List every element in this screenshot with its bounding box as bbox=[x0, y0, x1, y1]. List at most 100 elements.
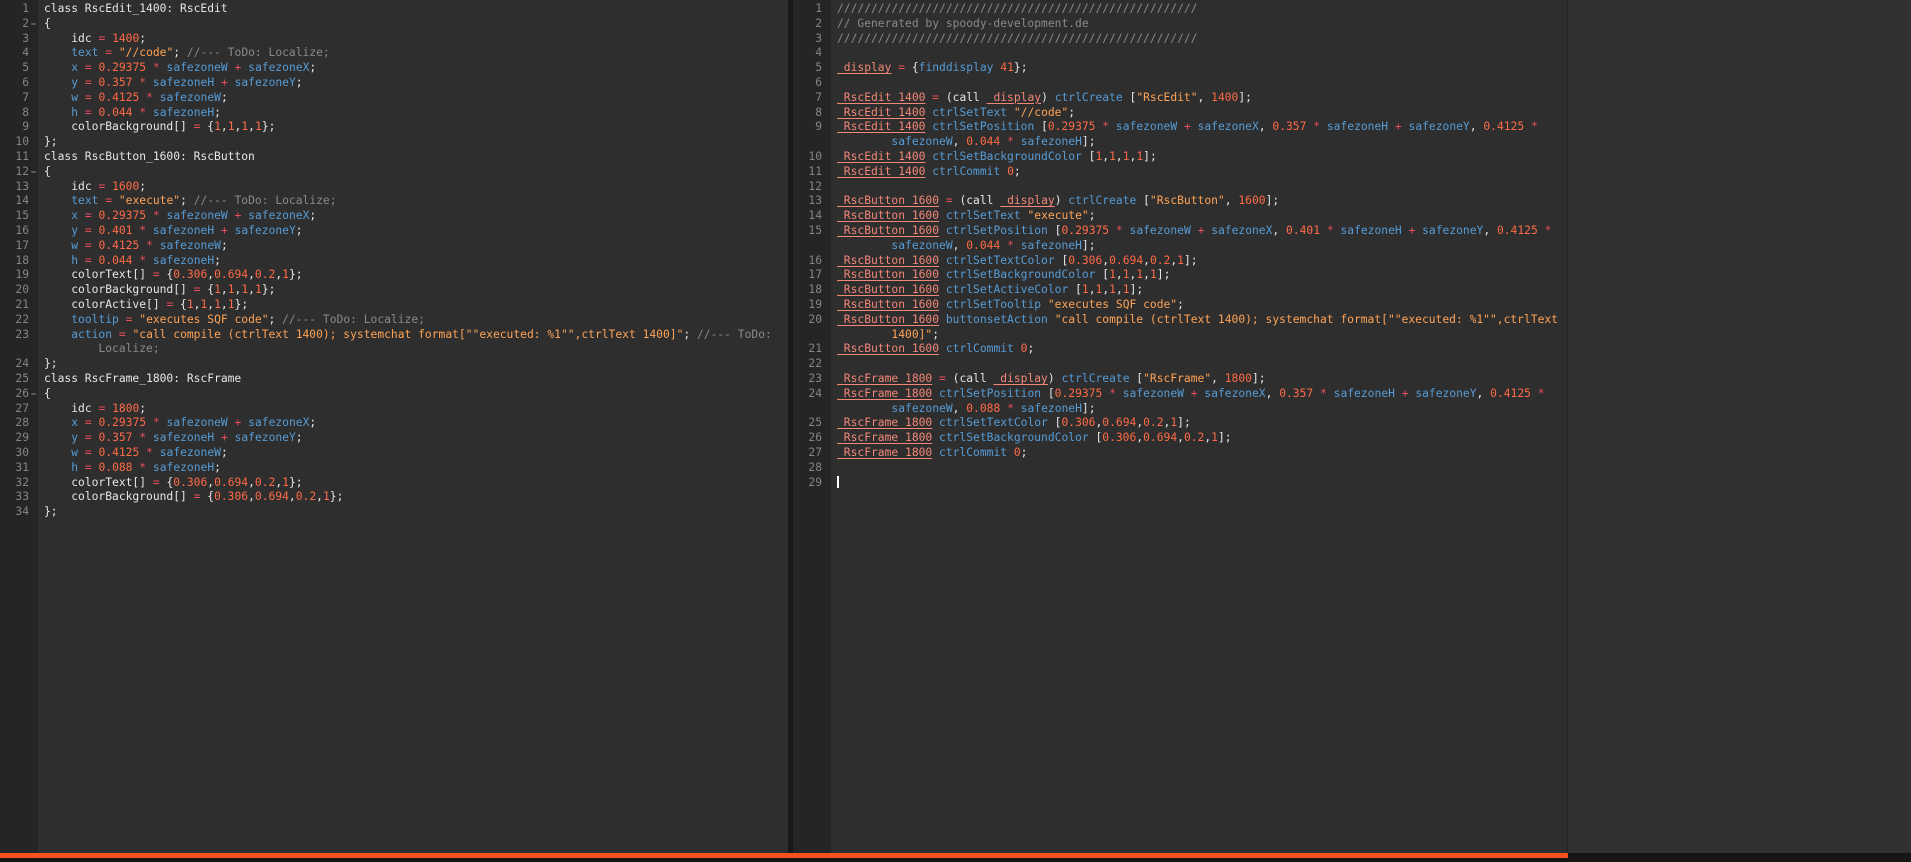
code-line[interactable]: _RscButton_1600 ctrlCommit 0; bbox=[837, 342, 1567, 357]
line-number[interactable]: 26 bbox=[0, 387, 38, 402]
code-line[interactable] bbox=[837, 76, 1567, 91]
fold-indicator-icon[interactable] bbox=[31, 393, 36, 395]
code-line[interactable]: text = "execute"; //--- ToDo: Localize; bbox=[44, 194, 788, 209]
line-number[interactable]: 6 bbox=[793, 76, 831, 91]
code-line[interactable]: safezoneW, 0.044 * safezoneH]; bbox=[837, 135, 1567, 150]
line-number[interactable]: 6 bbox=[0, 76, 38, 91]
line-number[interactable]: 1 bbox=[793, 2, 831, 17]
line-number[interactable]: 16 bbox=[793, 254, 831, 269]
code-line[interactable]: _RscButton_1600 = (call _display) ctrlCr… bbox=[837, 194, 1567, 209]
code-line[interactable] bbox=[837, 46, 1567, 61]
code-line[interactable]: { bbox=[44, 165, 788, 180]
code-line[interactable]: text = "//code"; //--- ToDo: Localize; bbox=[44, 46, 788, 61]
line-number[interactable]: 30 bbox=[0, 446, 38, 461]
line-number[interactable]: 8 bbox=[793, 106, 831, 121]
code-line[interactable]: colorActive[] = {1,1,1,1}; bbox=[44, 298, 788, 313]
line-number[interactable]: 28 bbox=[793, 461, 831, 476]
code-line[interactable]: idc = 1800; bbox=[44, 402, 788, 417]
code-line[interactable]: w = 0.4125 * safezoneW; bbox=[44, 446, 788, 461]
code-line[interactable]: w = 0.4125 * safezoneW; bbox=[44, 91, 788, 106]
line-number[interactable]: 3 bbox=[793, 32, 831, 47]
code-line[interactable]: { bbox=[44, 17, 788, 32]
code-line[interactable]: action = "call compile (ctrlText 1400); … bbox=[44, 328, 788, 343]
line-number[interactable]: 24 bbox=[793, 387, 831, 402]
line-number[interactable]: 4 bbox=[793, 46, 831, 61]
code-line[interactable]: colorBackground[] = {0.306,0.694,0.2,1}; bbox=[44, 490, 788, 505]
line-number[interactable]: 15 bbox=[0, 209, 38, 224]
code-line[interactable]: y = 0.401 * safezoneH + safezoneY; bbox=[44, 224, 788, 239]
code-line[interactable]: y = 0.357 * safezoneH + safezoneY; bbox=[44, 431, 788, 446]
line-number[interactable]: 13 bbox=[793, 194, 831, 209]
code-line[interactable]: colorBackground[] = {1,1,1,1}; bbox=[44, 283, 788, 298]
line-number[interactable]: 1 bbox=[0, 2, 38, 17]
line-number[interactable]: 14 bbox=[793, 209, 831, 224]
code-line[interactable]: }; bbox=[44, 135, 788, 150]
code-line[interactable]: h = 0.044 * safezoneH; bbox=[44, 106, 788, 121]
code-line[interactable]: _display = {finddisplay 41}; bbox=[837, 61, 1567, 76]
line-number[interactable] bbox=[793, 135, 831, 150]
line-number[interactable]: 18 bbox=[0, 254, 38, 269]
code-line[interactable]: class RscButton_1600: RscButton bbox=[44, 150, 788, 165]
line-number[interactable]: 32 bbox=[0, 476, 38, 491]
line-number[interactable]: 7 bbox=[793, 91, 831, 106]
line-number[interactable]: 10 bbox=[793, 150, 831, 165]
code-line[interactable]: _RscFrame_1800 ctrlSetTextColor [0.306,0… bbox=[837, 416, 1567, 431]
line-number[interactable]: 29 bbox=[793, 476, 831, 491]
line-number[interactable]: 12 bbox=[0, 165, 38, 180]
line-number[interactable]: 20 bbox=[0, 283, 38, 298]
right-line-number-gutter[interactable]: 1234567891011121314151617181920212223242… bbox=[793, 0, 831, 853]
code-line[interactable]: { bbox=[44, 387, 788, 402]
line-number[interactable]: 13 bbox=[0, 180, 38, 195]
line-number[interactable]: 8 bbox=[0, 106, 38, 121]
line-number[interactable]: 17 bbox=[793, 268, 831, 283]
line-number[interactable] bbox=[0, 342, 38, 357]
line-number[interactable] bbox=[793, 402, 831, 417]
code-line[interactable]: x = 0.29375 * safezoneW + safezoneX; bbox=[44, 61, 788, 76]
code-line[interactable]: class RscFrame_1800: RscFrame bbox=[44, 372, 788, 387]
line-number[interactable]: 4 bbox=[0, 46, 38, 61]
line-number[interactable]: 17 bbox=[0, 239, 38, 254]
line-number[interactable]: 22 bbox=[0, 313, 38, 328]
line-number[interactable]: 5 bbox=[0, 61, 38, 76]
line-number[interactable]: 20 bbox=[793, 313, 831, 328]
code-line[interactable] bbox=[837, 357, 1567, 372]
line-number[interactable]: 11 bbox=[0, 150, 38, 165]
left-code-editor-surface[interactable]: class RscEdit_1400: RscEdit{ idc = 1400;… bbox=[38, 0, 788, 853]
code-line[interactable]: _RscEdit_1400 ctrlSetText "//code"; bbox=[837, 106, 1567, 121]
line-number[interactable]: 19 bbox=[793, 298, 831, 313]
code-line[interactable]: _RscEdit_1400 ctrlSetPosition [0.29375 *… bbox=[837, 120, 1567, 135]
line-number[interactable]: 28 bbox=[0, 416, 38, 431]
code-line[interactable]: }; bbox=[44, 505, 788, 520]
line-number[interactable]: 14 bbox=[0, 194, 38, 209]
line-number[interactable] bbox=[793, 328, 831, 343]
fold-indicator-icon[interactable] bbox=[31, 171, 36, 173]
line-number[interactable]: 25 bbox=[0, 372, 38, 387]
code-line[interactable]: x = 0.29375 * safezoneW + safezoneX; bbox=[44, 209, 788, 224]
code-line[interactable]: w = 0.4125 * safezoneW; bbox=[44, 239, 788, 254]
line-number[interactable]: 7 bbox=[0, 91, 38, 106]
code-line[interactable]: _RscButton_1600 buttonsetAction "call co… bbox=[837, 313, 1567, 328]
line-number[interactable]: 27 bbox=[0, 402, 38, 417]
code-line[interactable]: idc = 1600; bbox=[44, 180, 788, 195]
code-line[interactable]: colorBackground[] = {1,1,1,1}; bbox=[44, 120, 788, 135]
left-line-number-gutter[interactable]: 1234567891011121314151617181920212223242… bbox=[0, 0, 38, 853]
line-number[interactable]: 10 bbox=[0, 135, 38, 150]
code-line[interactable] bbox=[837, 461, 1567, 476]
code-line[interactable]: _RscFrame_1800 = (call _display) ctrlCre… bbox=[837, 372, 1567, 387]
line-number[interactable] bbox=[793, 239, 831, 254]
line-number[interactable]: 2 bbox=[793, 17, 831, 32]
code-line[interactable]: h = 0.044 * safezoneH; bbox=[44, 254, 788, 269]
line-number[interactable]: 3 bbox=[0, 32, 38, 47]
code-line[interactable]: }; bbox=[44, 357, 788, 372]
line-number[interactable]: 34 bbox=[0, 505, 38, 520]
line-number[interactable]: 12 bbox=[793, 180, 831, 195]
line-number[interactable]: 25 bbox=[793, 416, 831, 431]
code-line[interactable]: _RscButton_1600 ctrlSetActiveColor [1,1,… bbox=[837, 283, 1567, 298]
code-line[interactable]: _RscFrame_1800 ctrlSetPosition [0.29375 … bbox=[837, 387, 1567, 402]
line-number[interactable]: 24 bbox=[0, 357, 38, 372]
code-line[interactable]: y = 0.357 * safezoneH + safezoneY; bbox=[44, 76, 788, 91]
line-number[interactable]: 2 bbox=[0, 17, 38, 32]
code-line[interactable]: safezoneW, 0.088 * safezoneH]; bbox=[837, 402, 1567, 417]
line-number[interactable]: 23 bbox=[793, 372, 831, 387]
line-number[interactable]: 18 bbox=[793, 283, 831, 298]
